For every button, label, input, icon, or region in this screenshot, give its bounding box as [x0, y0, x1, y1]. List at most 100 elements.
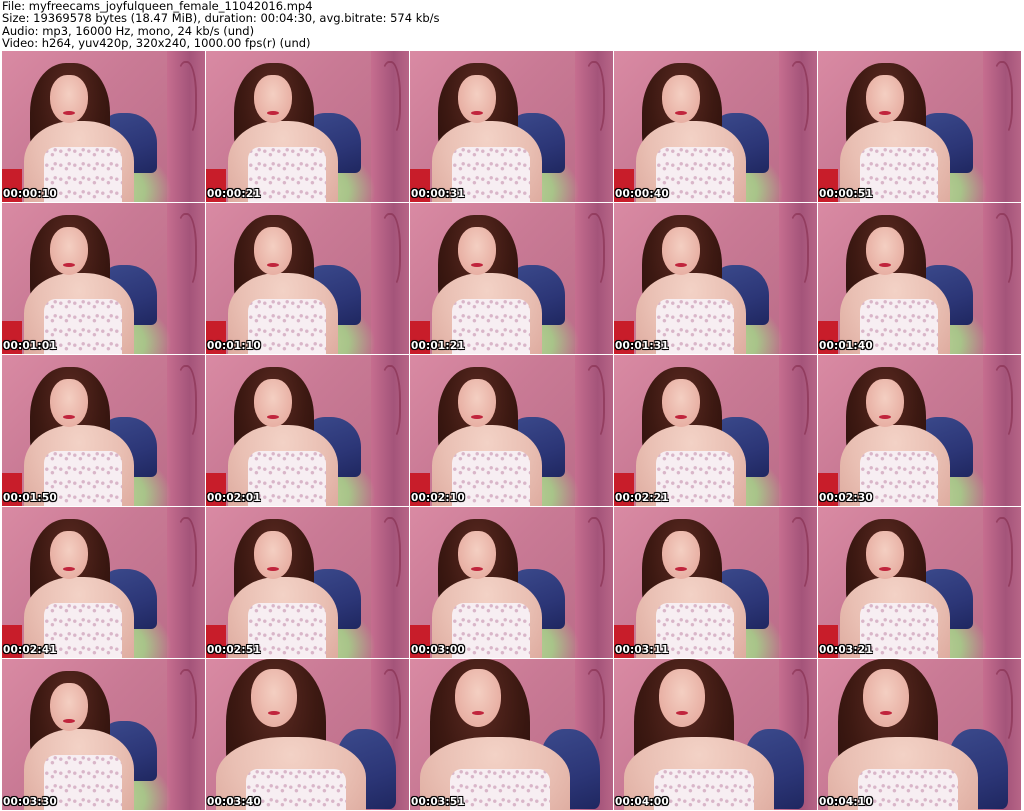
wall-decoration	[175, 61, 197, 135]
video-info-line: Video: h264, yuv420p, 320x240, 1000.00 f…	[2, 36, 311, 51]
wall-decoration	[991, 517, 1013, 591]
thumbnail-frame: 00:03:00	[410, 507, 613, 658]
face	[866, 75, 904, 123]
lips	[63, 415, 75, 419]
face	[254, 75, 292, 123]
thumbnail-frame: 00:02:21	[614, 355, 817, 506]
lips	[675, 111, 687, 115]
wall-decoration	[583, 61, 605, 135]
thumbnail-frame: 00:04:10	[818, 659, 1021, 810]
face	[50, 531, 88, 579]
lips	[471, 263, 483, 267]
lips	[267, 567, 279, 571]
wall-decoration	[379, 669, 401, 743]
timestamp-label: 00:02:41	[3, 644, 57, 656]
thumbnail-frame: 00:01:50	[2, 355, 205, 506]
timestamp-label: 00:00:31	[411, 188, 465, 200]
wall-decoration	[379, 365, 401, 439]
wall-decoration	[583, 365, 605, 439]
wall-decoration	[175, 365, 197, 439]
lips	[675, 415, 687, 419]
face	[458, 531, 496, 579]
timestamp-label: 00:01:50	[3, 492, 57, 504]
lips	[472, 711, 484, 715]
lips	[63, 111, 75, 115]
lips	[879, 567, 891, 571]
floral-top	[450, 769, 550, 810]
wall-decoration	[175, 669, 197, 743]
thumbnail-frame: 00:00:21	[206, 51, 409, 202]
face	[458, 227, 496, 275]
wall-decoration	[583, 669, 605, 743]
lips	[63, 567, 75, 571]
lips	[675, 567, 687, 571]
thumbnail-frame: 00:00:31	[410, 51, 613, 202]
thumbnail-frame: 00:00:51	[818, 51, 1021, 202]
face	[50, 75, 88, 123]
thumbnail-frame: 00:02:10	[410, 355, 613, 506]
face	[254, 227, 292, 275]
lips	[267, 415, 279, 419]
timestamp-label: 00:04:00	[615, 796, 669, 808]
wall-decoration	[787, 61, 809, 135]
thumbnail-grid: 00:00:10 00:00:21 00:00:31 00:00:40 00:00:51…	[2, 51, 1022, 811]
lips	[471, 567, 483, 571]
lips	[471, 111, 483, 115]
wall-decoration	[175, 517, 197, 591]
thumbnail-frame: 00:01:10	[206, 203, 409, 354]
lips	[267, 263, 279, 267]
timestamp-label: 00:03:11	[615, 644, 669, 656]
thumbnail-frame: 00:03:51	[410, 659, 613, 810]
wall-decoration	[379, 517, 401, 591]
timestamp-label: 00:00:51	[819, 188, 873, 200]
face	[50, 379, 88, 427]
face	[866, 227, 904, 275]
wall-decoration	[991, 669, 1013, 743]
wall-decoration	[991, 61, 1013, 135]
timestamp-label: 00:02:10	[411, 492, 465, 504]
floral-top	[654, 769, 754, 810]
timestamp-label: 00:03:21	[819, 644, 873, 656]
timestamp-label: 00:02:30	[819, 492, 873, 504]
thumbnail-frame: 00:02:41	[2, 507, 205, 658]
thumbnail-frame: 00:03:11	[614, 507, 817, 658]
face	[458, 379, 496, 427]
timestamp-label: 00:02:51	[207, 644, 261, 656]
face	[662, 379, 700, 427]
wall-decoration	[583, 213, 605, 287]
thumbnail-frame: 00:02:51	[206, 507, 409, 658]
floral-top	[858, 769, 958, 810]
lips	[267, 111, 279, 115]
timestamp-label: 00:00:21	[207, 188, 261, 200]
timestamp-label: 00:01:10	[207, 340, 261, 352]
face	[254, 379, 292, 427]
timestamp-label: 00:03:51	[411, 796, 465, 808]
thumbnail-frame: 00:00:10	[2, 51, 205, 202]
timestamp-label: 00:01:01	[3, 340, 57, 352]
thumbnail-frame: 00:03:40	[206, 659, 409, 810]
face	[458, 75, 496, 123]
thumbnail-frame: 00:03:30	[2, 659, 205, 810]
face	[662, 227, 700, 275]
lips	[879, 415, 891, 419]
thumbnail-frame: 00:04:00	[614, 659, 817, 810]
thumbnail-frame: 00:03:21	[818, 507, 1021, 658]
timestamp-label: 00:03:40	[207, 796, 261, 808]
wall-decoration	[175, 213, 197, 287]
lips	[471, 415, 483, 419]
wall-decoration	[583, 517, 605, 591]
timestamp-label: 00:03:30	[3, 796, 57, 808]
face	[251, 669, 297, 727]
timestamp-label: 00:03:00	[411, 644, 465, 656]
wall-decoration	[787, 517, 809, 591]
timestamp-label: 00:01:31	[615, 340, 669, 352]
face	[662, 75, 700, 123]
wall-decoration	[379, 213, 401, 287]
thumbnail-frame: 00:01:21	[410, 203, 613, 354]
thumbnail-frame: 00:02:01	[206, 355, 409, 506]
timestamp-label: 00:01:40	[819, 340, 873, 352]
lips	[63, 263, 75, 267]
lips	[268, 711, 280, 715]
floral-top	[246, 769, 346, 810]
file-size-line: Size: 19369578 bytes (18.47 MiB), durati…	[2, 11, 440, 26]
